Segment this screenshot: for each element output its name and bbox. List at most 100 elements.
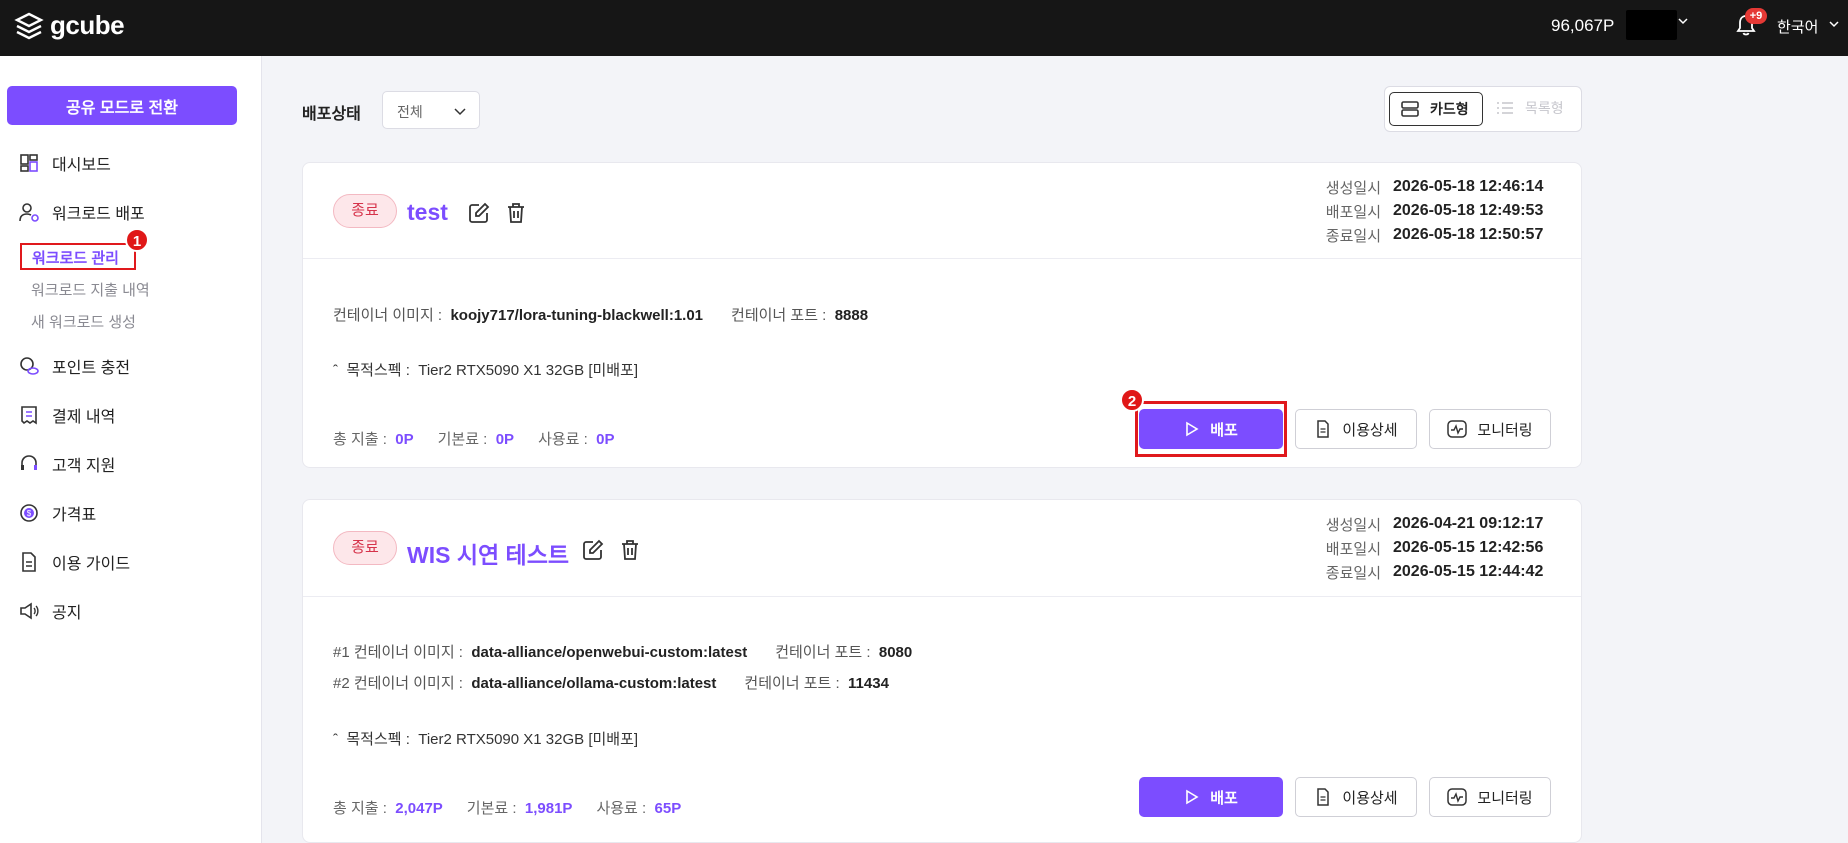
deployed-label: 배포일시 (1325, 203, 1381, 221)
total-label: 총 지출 : (333, 800, 387, 817)
sidebar-item-label: 워크로드 배포 (52, 206, 145, 223)
image-value: koojy717/lora-tuning-blackwell:1.01 (450, 307, 704, 324)
headset-icon (21, 455, 37, 470)
deploy-label: 배포 (1210, 421, 1238, 439)
sidebar-item-workload-deploy[interactable]: 워크로드 배포 (18, 200, 145, 224)
sidebar-item-label: 대시보드 (52, 157, 111, 174)
monitor-wave-icon (1447, 420, 1468, 438)
status-badge: 종료 (333, 194, 397, 228)
sidebar-item-support[interactable]: 고객 지원 (18, 452, 115, 476)
deploy-status-value: 전체 (397, 104, 423, 120)
image-value: data-alliance/ollama-custom:latest (471, 675, 717, 692)
coins-icon (20, 357, 39, 375)
view-list-label: 목록형 (1525, 100, 1564, 116)
target-spec[interactable]: ˆ 목적스펙 : Tier2 RTX5090 X1 32GB [미배포] (333, 728, 638, 749)
deploy-button[interactable]: 배포 (1139, 409, 1283, 449)
spec-label: 목적스펙 : (346, 731, 410, 748)
usage-detail-button[interactable]: 이용상세 (1295, 777, 1417, 817)
target-spec[interactable]: ˆ 목적스펙 : Tier2 RTX5090 X1 32GB [미배포] (333, 359, 638, 380)
deploy-button[interactable]: 배포 (1139, 777, 1283, 817)
cost-summary: 총 지출 : 2,047P 기본료 : 1,981P 사용료 : 65P (333, 797, 681, 818)
monitoring-button[interactable]: 모니터링 (1429, 409, 1551, 449)
sidebar-subitem-workload-spending[interactable]: 워크로드 지출 내역 (31, 279, 150, 300)
port-value: 8080 (878, 644, 913, 661)
annotation-marker-1: 1 (125, 228, 149, 252)
sidebar-item-points[interactable]: 포인트 충전 (18, 354, 130, 378)
ended-label: 종료일시 (1325, 227, 1381, 245)
spec-value: Tier2 RTX5090 X1 32GB [미배포] (418, 362, 639, 379)
monitoring-button[interactable]: 모니터링 (1429, 777, 1551, 817)
logo-text: gcube (50, 10, 125, 40)
sidebar-item-label: 고객 지원 (52, 458, 116, 475)
switch-shared-mode-button[interactable]: 공유 모드로 전환 (7, 86, 237, 125)
view-card-button[interactable]: 카드형 (1389, 92, 1483, 126)
port-value: 8888 (834, 307, 869, 324)
cost-summary: 총 지출 : 0P 기본료 : 0P 사용료 : 0P (333, 428, 615, 449)
container-info: #1 컨테이너 이미지 : data-alliance/openwebui-cu… (333, 641, 912, 662)
sidebar-subitem-new-workload[interactable]: 새 워크로드 생성 (31, 311, 136, 332)
spec-label: 목적스펙 : (346, 362, 410, 379)
card-header: 종료 WIS 시연 테스트 생성일시 2026-04-21 09:12:17 배포… (303, 500, 1581, 597)
sidebar-item-notice[interactable]: 공지 (18, 599, 81, 623)
gcube-logo-icon (14, 12, 44, 39)
points-balance: 96,067P (1551, 16, 1615, 35)
view-list-button[interactable]: 목록형 (1495, 98, 1564, 118)
sidebar-item-label: 결제 내역 (52, 409, 116, 426)
play-icon (1186, 421, 1199, 437)
created-value: 2026-05-18 12:46:14 (1393, 178, 1544, 195)
sidebar-item-payments[interactable]: 결제 내역 (18, 403, 115, 427)
usage-label: 사용료 : (596, 800, 647, 817)
user-gear-icon (19, 203, 39, 222)
sidebar-item-pricing[interactable]: $ 가격표 (18, 501, 96, 525)
dates-block: 생성일시 2026-05-18 12:46:14 배포일시 2026-05-18 1… (1326, 175, 1553, 247)
language-select[interactable]: 한국어 (1777, 16, 1818, 37)
ended-value: 2026-05-15 12:44:42 (1393, 563, 1544, 580)
chevron-down-icon[interactable] (1827, 17, 1841, 31)
sidebar-item-label: 가격표 (52, 507, 97, 524)
image-label: 컨테이너 이미지 : (353, 644, 463, 661)
user-menu[interactable] (1626, 10, 1677, 40)
document-icon (22, 552, 36, 572)
ended-value: 2026-05-18 12:50:57 (1393, 226, 1544, 243)
created-label: 생성일시 (1325, 516, 1381, 534)
sidebar-item-guide[interactable]: 이용 가이드 (18, 550, 130, 574)
trash-icon[interactable] (504, 201, 528, 225)
image-label: 컨테이너 이미지 : (353, 675, 463, 692)
image-label: 컨테이너 이미지 : (333, 307, 443, 324)
usage-label: 사용료 : (538, 431, 588, 448)
sidebar-item-label: 이용 가이드 (52, 556, 131, 573)
deploy-status-label: 배포상태 (302, 106, 361, 123)
receipt-icon (21, 406, 37, 425)
usage-detail-button[interactable]: 이용상세 (1295, 409, 1417, 449)
chevron-down-icon (454, 108, 466, 116)
card-header: 종료 test 생성일시 2026-05-18 12:46:14 배포일시 2026… (303, 163, 1581, 259)
sidebar-subitem-workload-manage[interactable]: 워크로드 관리 (20, 243, 136, 270)
sidebar-item-dashboard[interactable]: 대시보드 (18, 151, 111, 175)
edit-icon[interactable] (581, 538, 605, 562)
edit-icon[interactable] (467, 201, 491, 225)
view-card-label: 카드형 (1430, 101, 1469, 117)
logo[interactable]: gcube (14, 10, 125, 41)
port-value: 11434 (848, 675, 889, 692)
container-info: 컨테이너 이미지 : koojy717/lora-tuning-blackwel… (333, 304, 868, 325)
base-label: 기본료 : (466, 800, 517, 817)
usage-value: 0P (596, 431, 615, 448)
total-label: 총 지출 : (333, 431, 387, 448)
play-icon (1186, 789, 1199, 805)
monitoring-label: 모니터링 (1477, 789, 1533, 807)
chevron-down-icon[interactable] (1676, 14, 1690, 28)
trash-icon[interactable] (618, 538, 642, 562)
top-bar: gcube 96,067P +9 한국어 (0, 0, 1848, 56)
deployed-value: 2026-05-15 12:42:56 (1393, 539, 1544, 556)
total-value: 0P (395, 431, 414, 448)
document-icon (1317, 420, 1330, 438)
port-label: 컨테이너 포트 : (775, 644, 871, 661)
workload-title[interactable]: test (407, 199, 448, 226)
caret-up-icon: ˆ (333, 731, 338, 748)
monitor-wave-icon (1447, 788, 1468, 806)
deploy-status-select[interactable]: 전체 (382, 91, 480, 129)
base-value: 1,981P (524, 800, 573, 817)
workload-title[interactable]: WIS 시연 테스트 (407, 536, 569, 570)
usage-value: 65P (654, 800, 682, 817)
document-icon (1317, 788, 1330, 806)
